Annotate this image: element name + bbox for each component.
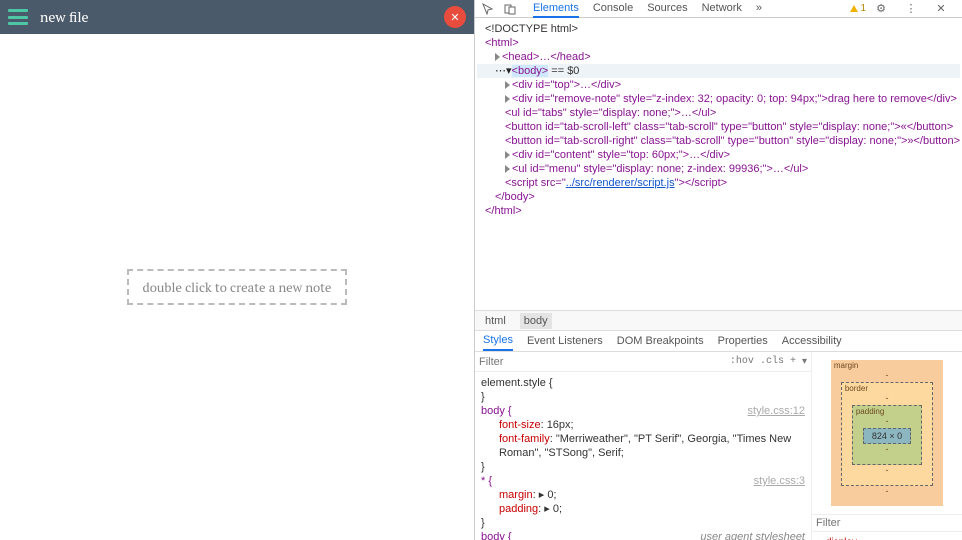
dom-line: <ul id="tabs" style="display: none;">…</… xyxy=(477,106,960,120)
hov-toggle[interactable]: :hov xyxy=(730,356,754,367)
tab-sources[interactable]: Sources xyxy=(647,0,687,18)
warning-badge[interactable]: 1 xyxy=(850,3,866,14)
rule-body: style.css:12 body { xyxy=(481,404,805,418)
dom-line: <div id="top">…</div> xyxy=(477,78,960,92)
dom-line-selected: ⋯▾<body> == $0 xyxy=(477,64,960,78)
tab-network[interactable]: Network xyxy=(702,0,742,18)
rule-ua-body: user agent stylesheet body { xyxy=(481,530,805,540)
breadcrumb: html body xyxy=(475,310,962,330)
box-model[interactable]: margin - border - padding - 824 × 0 - - xyxy=(812,352,962,515)
dom-line: <button id="tab-scroll-right" class="tab… xyxy=(477,134,960,148)
warning-count: 1 xyxy=(860,3,866,14)
subtab-properties[interactable]: Properties xyxy=(718,332,768,350)
dom-line: <script src="../src/renderer/script.js">… xyxy=(477,176,960,190)
gear-icon[interactable]: ⚙ xyxy=(874,2,888,16)
dom-line: <div id="content" style="top: 60px;">…</… xyxy=(477,148,960,162)
dom-line: <head>…</head> xyxy=(477,50,960,64)
css-rules[interactable]: element.style { } style.css:12 body { fo… xyxy=(475,372,811,540)
rule-element-style: element.style { xyxy=(481,376,805,390)
crumb-body[interactable]: body xyxy=(520,313,552,329)
styles-rules: :hov .cls + ▾ element.style { } style.cs… xyxy=(475,352,812,540)
computed-list[interactable]: ▸ display block ▸ font-family Merriweath… xyxy=(812,532,962,540)
app-pane: new file ✕ double click to create a new … xyxy=(0,0,475,540)
cls-toggle[interactable]: .cls xyxy=(760,356,784,367)
styles-filter-row: :hov .cls + ▾ xyxy=(475,352,811,372)
devtools-tabs: Elements Console Sources Network » xyxy=(533,0,850,18)
styles-filter-input[interactable] xyxy=(479,356,724,368)
new-rule-button[interactable]: + xyxy=(790,356,796,367)
crumb-html[interactable]: html xyxy=(481,313,510,329)
styles-subtabs: Styles Event Listeners DOM Breakpoints P… xyxy=(475,330,962,352)
tabs-overflow[interactable]: » xyxy=(756,0,762,18)
close-button[interactable]: ✕ xyxy=(444,6,466,28)
dom-tree[interactable]: <!DOCTYPE html> <html> <head>…</head> ⋯▾… xyxy=(475,18,962,310)
dom-line: <!DOCTYPE html> xyxy=(477,22,960,36)
hamburger-icon[interactable] xyxy=(8,9,28,25)
styles-panel: :hov .cls + ▾ element.style { } style.cs… xyxy=(475,352,962,540)
subtab-accessibility[interactable]: Accessibility xyxy=(782,332,842,350)
warning-icon xyxy=(850,5,858,12)
app-header: new file ✕ xyxy=(0,0,474,34)
dom-line: </html> xyxy=(477,204,960,218)
tab-console[interactable]: Console xyxy=(593,0,633,18)
devtools-toolbar: Elements Console Sources Network » 1 ⚙ ⋮… xyxy=(475,0,962,18)
inspect-icon[interactable] xyxy=(481,2,495,16)
kebab-icon[interactable]: ⋮ xyxy=(904,2,918,16)
subtab-styles[interactable]: Styles xyxy=(483,331,513,351)
new-note-hint: double click to create a new note xyxy=(127,269,348,305)
computed-filter-input[interactable] xyxy=(816,517,958,529)
box-model-content: 824 × 0 xyxy=(863,428,911,444)
device-icon[interactable] xyxy=(503,2,517,16)
tab-elements[interactable]: Elements xyxy=(533,0,579,18)
rule-star: style.css:3 * { xyxy=(481,474,805,488)
dom-line: <html> xyxy=(477,36,960,50)
computed-filter-row: Show all xyxy=(812,515,962,532)
subtab-eventlisteners[interactable]: Event Listeners xyxy=(527,332,603,350)
app-body[interactable]: double click to create a new note xyxy=(0,34,474,540)
subtab-dombreakpoints[interactable]: DOM Breakpoints xyxy=(617,332,704,350)
dom-line: </body> xyxy=(477,190,960,204)
devtools-close-icon[interactable]: ✕ xyxy=(934,2,948,16)
chevron-down-icon[interactable]: ▾ xyxy=(802,356,807,368)
dom-line: <ul id="menu" style="display: none; z-in… xyxy=(477,162,960,176)
app-title: new file xyxy=(40,8,89,27)
close-icon: ✕ xyxy=(450,11,459,24)
devtools-pane: Elements Console Sources Network » 1 ⚙ ⋮… xyxy=(475,0,962,540)
computed-panel: margin - border - padding - 824 × 0 - - xyxy=(812,352,962,540)
dom-line: <button id="tab-scroll-left" class="tab-… xyxy=(477,120,960,134)
dom-line: <div id="remove-note" style="z-index: 32… xyxy=(477,92,960,106)
